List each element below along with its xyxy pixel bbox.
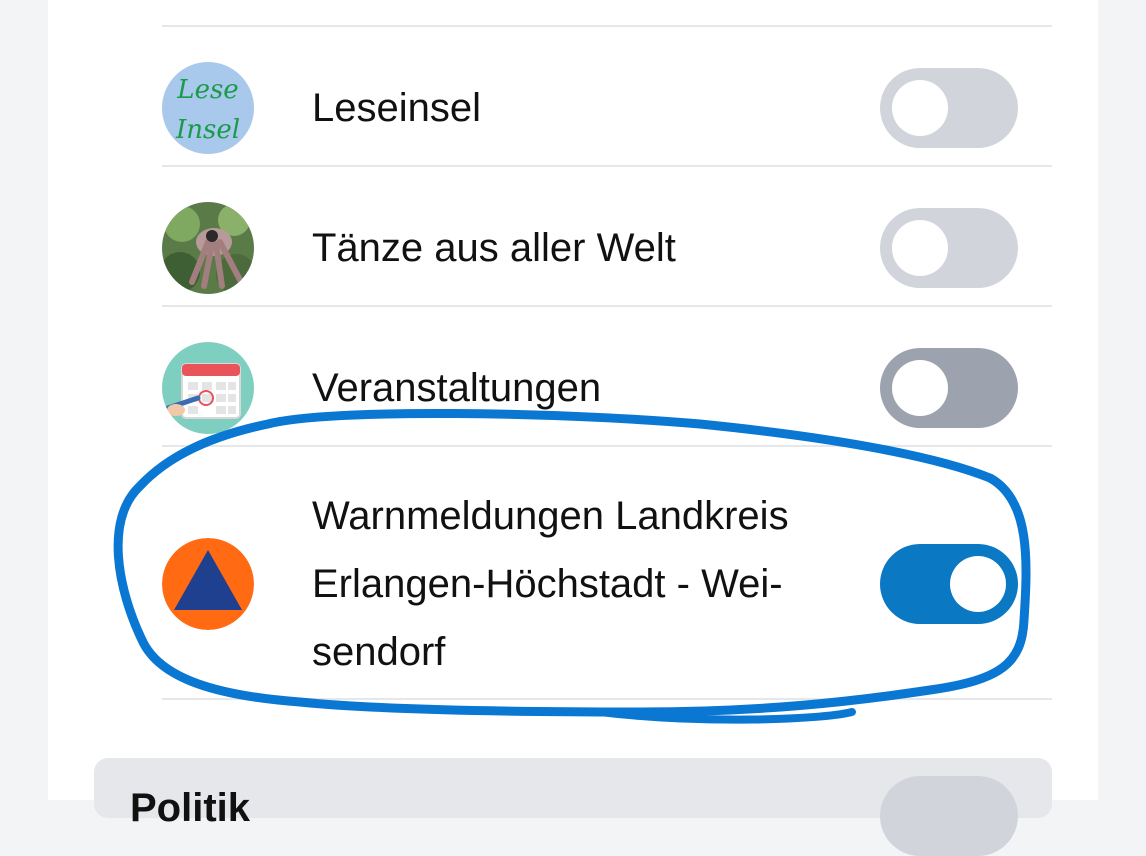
divider: [162, 698, 1052, 700]
dance-photo-icon: [162, 202, 254, 294]
section-card-politik[interactable]: Politik: [94, 758, 1052, 856]
toggle-knob: [950, 556, 1006, 612]
channel-row-taenze: Tänze aus aller Welt: [162, 202, 1052, 294]
channel-label: Tänze aus aller Welt: [312, 226, 676, 270]
channel-toggle-taenze[interactable]: [880, 208, 1018, 288]
divider: [162, 165, 1052, 167]
leseinsel-logo-icon: Lese Insel: [162, 62, 254, 154]
civil-protection-icon: [162, 538, 254, 630]
toggle-knob: [892, 220, 948, 276]
channel-label: Veranstaltungen: [312, 366, 602, 410]
channel-toggle-warnmeldungen[interactable]: [880, 544, 1018, 624]
channel-row-leseinsel: Lese Insel Leseinsel: [162, 62, 1052, 154]
divider: [162, 305, 1052, 307]
channel-row-veranstaltungen: Veranstaltungen: [162, 342, 1052, 434]
section-toggle-politik[interactable]: [880, 776, 1018, 856]
channel-label: Warnmeldungen Landkreis Erlangen-Höchsta…: [312, 482, 789, 686]
toggle-knob: [892, 80, 948, 136]
section-label: Politik: [130, 786, 251, 830]
svg-text:Lese: Lese: [176, 75, 238, 105]
channel-toggle-leseinsel[interactable]: [880, 68, 1018, 148]
calendar-icon: [162, 342, 254, 434]
divider: [162, 445, 1052, 447]
channel-row-warnmeldungen: Warnmeldungen Landkreis Erlangen-Höchsta…: [162, 482, 1052, 692]
toggle-knob: [892, 360, 948, 416]
divider: [162, 25, 1052, 27]
channel-toggle-veranstaltungen[interactable]: [880, 348, 1018, 428]
channel-label-line: Warnmeldungen Landkreis: [312, 494, 789, 538]
svg-text:Insel: Insel: [175, 115, 240, 145]
channel-label-line: sendorf: [312, 630, 446, 674]
channel-label: Leseinsel: [312, 86, 482, 130]
channel-label-line: Erlangen-Höchstadt - Wei-: [312, 562, 783, 606]
